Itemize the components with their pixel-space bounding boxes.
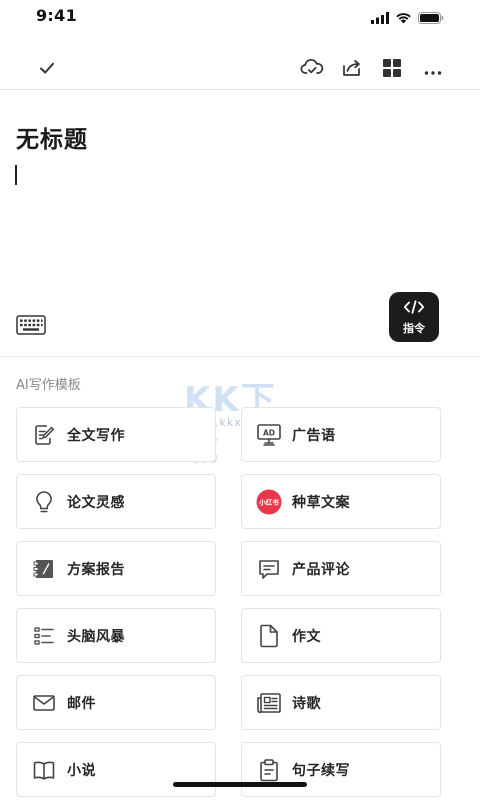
xiaohongshu-icon: 小红书 [256,489,282,515]
template-card-sentence-continuation[interactable]: 句子续写 [241,742,441,797]
keyboard-button[interactable] [13,313,49,341]
template-label: 邮件 [67,695,96,712]
more-icon [424,61,442,80]
document-icon [256,623,282,649]
grid-icon [382,58,402,82]
cloud-sync-button[interactable] [298,56,326,84]
template-label: 方案报告 [67,561,125,578]
template-label: 全文写作 [67,427,125,444]
template-card-full-writing[interactable]: 全文写作 [16,407,216,462]
template-card-paper-ideas[interactable]: 论文灵感 [16,474,216,529]
editor-toolbar [0,50,480,90]
wifi-icon [395,9,412,28]
template-card-novel[interactable]: 小说 [16,742,216,797]
signal-icon [371,9,389,28]
document-title[interactable]: 无标题 [16,120,88,154]
lightbulb-icon [31,489,57,515]
more-button[interactable] [419,56,447,84]
list-icon [31,623,57,649]
template-label: 诗歌 [292,695,321,712]
xiaohongshu-badge-text: 小红书 [258,497,279,506]
cloud-sync-icon [300,57,324,83]
text-cursor [15,165,17,185]
template-label: 小说 [67,762,96,779]
template-card-proposal-report[interactable]: 方案报告 [16,541,216,596]
mail-icon [31,690,57,716]
comment-icon [256,556,282,582]
command-label: 指令 [403,321,425,335]
check-icon [38,59,56,81]
check-button[interactable] [33,56,61,84]
template-card-email[interactable]: 邮件 [16,675,216,730]
battery-icon [418,9,444,28]
template-card-product-review[interactable]: 产品评论 [241,541,441,596]
book-icon [31,757,57,783]
edit-doc-icon [31,422,57,448]
templates-section-label: AI写作模板 [16,378,81,393]
code-icon [403,299,425,318]
template-label: 头脑风暴 [67,628,125,645]
clipboard-icon [256,757,282,783]
status-icons [371,9,444,28]
status-time: 9:41 [36,6,77,25]
template-label: 论文灵感 [67,494,125,511]
command-button[interactable]: 指令 [389,292,439,342]
keyboard-icon [16,315,46,339]
template-card-poetry[interactable]: 诗歌 [241,675,441,730]
template-card-seeding-copy[interactable]: 小红书 种草文案 [241,474,441,529]
section-divider [0,356,480,357]
share-icon [341,57,363,83]
template-label: 产品评论 [292,561,350,578]
template-label: 句子续写 [292,762,350,779]
report-icon [31,556,57,582]
template-card-essay[interactable]: 作文 [241,608,441,663]
share-button[interactable] [338,56,366,84]
ad-board-icon: AD [256,422,282,448]
grid-button[interactable] [378,56,406,84]
template-label: 作文 [292,628,321,645]
template-label: 种草文案 [292,494,350,511]
newspaper-icon [256,690,282,716]
template-label: 广告语 [292,427,336,444]
home-indicator[interactable] [173,782,307,787]
template-card-brainstorm[interactable]: 头脑风暴 [16,608,216,663]
status-bar: 9:41 [0,0,480,34]
template-card-slogan[interactable]: AD 广告语 [241,407,441,462]
svg-text:AD: AD [263,428,275,437]
